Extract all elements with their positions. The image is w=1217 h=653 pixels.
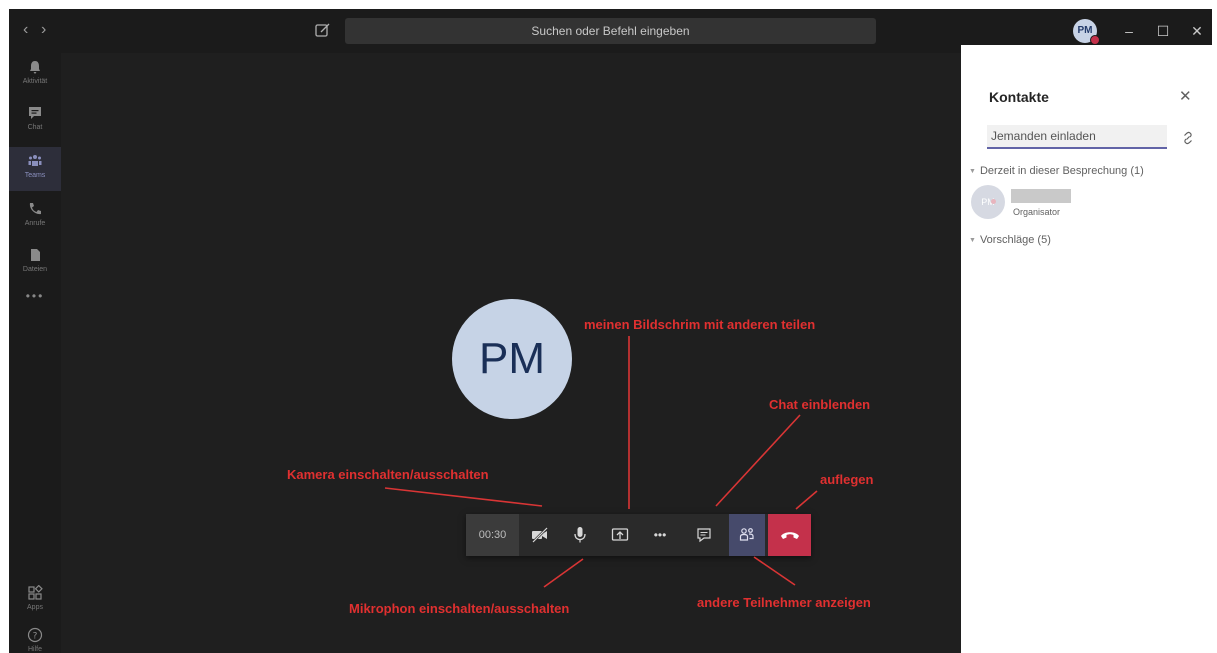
teams-icon — [28, 155, 42, 166]
share-screen-button[interactable] — [602, 514, 638, 556]
microphone-toggle-button[interactable] — [562, 514, 598, 556]
annotation-chat: Chat einblenden — [769, 397, 871, 412]
more-apps-icon[interactable]: ••• — [9, 289, 61, 303]
rail-item-label: Teams — [24, 172, 46, 179]
file-icon — [31, 249, 40, 261]
section-suggestions-label: Vorschläge (5) — [979, 234, 1051, 246]
user-avatar-initials: PM — [1077, 25, 1093, 36]
rail-item-label: Dateien — [22, 266, 48, 273]
svg-text:?: ? — [33, 632, 38, 642]
call-timer: 00:30 — [466, 514, 519, 556]
meeting-stage: PM 00:30 ••• — [61, 53, 961, 653]
annotation-participants: andere Teilnehmer anzeigen — [697, 595, 871, 610]
more-options-icon[interactable]: ••• — [642, 514, 678, 556]
call-controls-toolbar: 00:30 ••• — [466, 514, 811, 556]
participant-name-redacted — [1011, 189, 1071, 203]
participant-large-avatar: PM — [452, 299, 572, 419]
annotation-screen-share: meinen Bildschrim mit anderen teilen — [584, 317, 816, 332]
chat-icon — [697, 528, 711, 543]
apps-icon — [28, 585, 43, 600]
collapse-caret-icon: ▼ — [969, 237, 976, 244]
show-participants-button[interactable] — [729, 514, 765, 556]
close-panel-icon[interactable]: ✕ — [1179, 87, 1192, 105]
rail-item-label: Anrufe — [24, 220, 46, 227]
app-rail: Aktivität Chat Teams Anrufe Dateien ••• … — [9, 53, 61, 653]
back-arrow-icon[interactable]: ‹ — [23, 21, 28, 39]
show-chat-button[interactable] — [686, 514, 722, 556]
rail-item-help[interactable]: ? Hilfe — [9, 621, 61, 653]
share-screen-icon — [611, 528, 629, 541]
rail-item-activity[interactable]: Aktivität — [9, 53, 61, 97]
participant-role: Organisator — [1013, 207, 1061, 217]
section-current-meeting[interactable]: ▼ Derzeit in dieser Besprechung (1) — [969, 165, 1144, 177]
collapse-caret-icon: ▼ — [969, 168, 976, 175]
rail-item-chat[interactable]: Chat — [9, 99, 61, 143]
search-input[interactable]: Suchen oder Befehl eingeben — [345, 18, 876, 44]
rail-item-label: Hilfe — [27, 646, 42, 653]
forward-arrow-icon[interactable]: › — [41, 21, 46, 39]
rail-item-files[interactable]: Dateien — [9, 241, 61, 285]
compose-icon[interactable] — [314, 21, 332, 39]
close-window-icon[interactable]: ✕ — [1185, 19, 1209, 43]
rail-item-apps[interactable]: Apps — [9, 579, 61, 623]
annotation-camera: Kamera einschalten/ausschalten — [287, 467, 489, 482]
rail-item-label: Aktivität — [22, 78, 48, 85]
maximize-icon[interactable]: ☐ — [1151, 19, 1175, 43]
invite-input[interactable] — [987, 125, 1167, 149]
teams-window: ‹ › Suchen oder Befehl eingeben PM – ☐ ✕… — [9, 9, 1212, 653]
hang-up-button[interactable] — [768, 514, 811, 556]
annotation-hangup: auflegen — [820, 472, 874, 487]
microphone-icon — [574, 527, 586, 543]
user-avatar[interactable]: PM — [1073, 19, 1100, 45]
share-link-icon[interactable] — [1181, 131, 1195, 145]
participant-avatar[interactable]: PM — [971, 185, 1005, 219]
panel-title: Kontakte — [989, 89, 1049, 105]
presence-status-icon — [1090, 35, 1100, 45]
camera-off-icon — [532, 527, 548, 543]
annotation-microphone: Mikrophon einschalten/ausschalten — [349, 601, 570, 616]
rail-item-label: Apps — [27, 604, 43, 611]
section-suggestions[interactable]: ▼ Vorschläge (5) — [969, 234, 1051, 246]
rail-item-label: Chat — [27, 124, 43, 131]
hang-up-icon — [780, 532, 799, 539]
participants-icon — [739, 528, 754, 541]
rail-item-teams[interactable]: Teams — [9, 147, 61, 191]
help-icon: ? — [27, 627, 43, 643]
rail-item-calls[interactable]: Anrufe — [9, 195, 61, 239]
chat-icon — [29, 107, 41, 119]
phone-icon — [29, 203, 41, 215]
bell-icon — [30, 61, 40, 74]
contacts-panel: Kontakte ✕ ▼Derzeit in dieser Besprechun… — [961, 45, 1212, 653]
minimize-icon[interactable]: – — [1117, 19, 1141, 43]
camera-toggle-button[interactable] — [522, 514, 558, 556]
presence-status-icon — [991, 199, 996, 204]
section-current-label: Derzeit in dieser Besprechung (1) — [979, 165, 1144, 177]
